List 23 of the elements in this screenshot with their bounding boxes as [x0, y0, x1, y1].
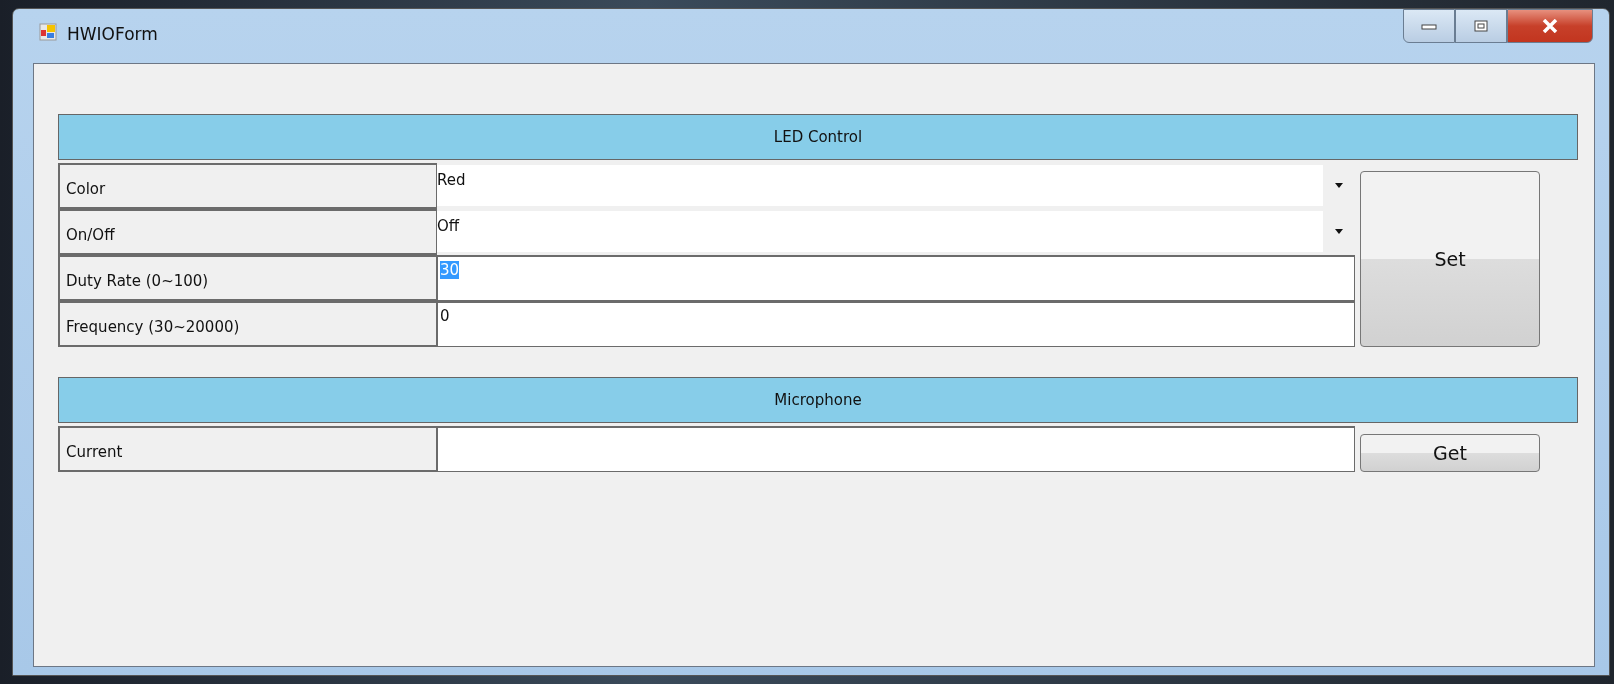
field-label: On/Off — [58, 209, 437, 255]
dropdown[interactable]: Red — [437, 165, 1355, 206]
action-button[interactable]: Set — [1360, 171, 1540, 347]
maximize-icon — [1474, 20, 1488, 32]
field-label: Duty Rate (0~100) — [58, 255, 437, 301]
section-header: Microphone — [58, 377, 1578, 423]
field-label: Current — [58, 426, 437, 472]
input-field[interactable] — [437, 426, 1355, 472]
close-icon — [1542, 19, 1558, 33]
dropdown[interactable]: Off — [437, 211, 1355, 252]
close-button[interactable] — [1507, 9, 1593, 43]
maximize-button[interactable] — [1455, 9, 1507, 43]
field-label: Frequency (30~20000) — [58, 301, 437, 347]
app-icon — [39, 23, 57, 41]
window-title: HWIOForm — [67, 23, 158, 45]
caret-icon — [1335, 183, 1343, 188]
input-field[interactable]: 0 — [437, 301, 1355, 347]
minimize-icon — [1421, 22, 1437, 30]
section-header: LED Control — [58, 114, 1578, 160]
action-button[interactable]: Get — [1360, 434, 1540, 472]
minimize-button[interactable] — [1403, 9, 1455, 43]
caret-icon — [1335, 229, 1343, 234]
field-label: Color — [58, 163, 437, 209]
